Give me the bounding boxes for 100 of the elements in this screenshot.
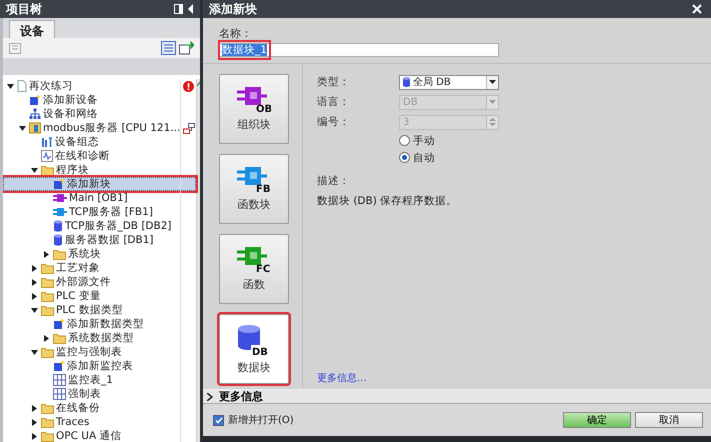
tree-item-label: 系统数据类型 [68, 331, 134, 345]
name-input-field[interactable]: 数据块_1 [219, 43, 499, 57]
add-icon [53, 178, 65, 190]
bars-icon [41, 136, 53, 148]
document-icon [17, 80, 27, 92]
field-label: 编号： [317, 115, 351, 129]
expand-arrow-icon[interactable] [44, 334, 48, 342]
folder-icon [41, 304, 54, 316]
tree-item-label: 在线和诊断 [55, 149, 110, 163]
tree-item[interactable]: PLC 数据类型 [3, 303, 196, 317]
radio-label: 手动 [413, 134, 435, 148]
more-info-link[interactable]: 更多信息... [317, 371, 367, 385]
folder-icon [41, 262, 54, 274]
chevron-right-icon[interactable] [207, 392, 213, 400]
collapse-arrow-icon[interactable] [30, 308, 38, 312]
tree-item-label: 监控与强制表 [56, 345, 122, 359]
dropdown-arrow-icon[interactable] [489, 80, 496, 84]
database-icon [53, 234, 63, 246]
field-label: 类型： [317, 75, 351, 89]
tree-item-label: Traces [56, 415, 90, 429]
tree-item[interactable]: 在线备份 [3, 401, 196, 415]
tree-item[interactable]: 再次练习 [3, 79, 196, 93]
connection-icon [182, 122, 195, 134]
radio-button[interactable] [399, 152, 410, 163]
tree-item-label: PLC 数据类型 [56, 303, 123, 317]
tree-item-label: modbus服务器 [CPU 121... [43, 121, 180, 135]
block-icon [53, 207, 67, 217]
collapse-arrow-icon[interactable] [30, 350, 38, 354]
checkbox-label: 新增并打开(O) [228, 414, 294, 427]
folder-icon [41, 402, 54, 414]
tree-item[interactable]: 系统块 [3, 247, 196, 261]
tree-item[interactable]: 外部源文件 [3, 275, 196, 289]
tree-item[interactable]: 在线和诊断 [3, 149, 196, 163]
block-type-button[interactable]: DB 数据块 [219, 314, 289, 384]
export-icon[interactable] [179, 41, 194, 55]
tree-item[interactable]: 工艺对象 [3, 261, 196, 275]
tree-item-label: TCP服务器_DB [DB2] [65, 219, 172, 233]
folder-icon [41, 290, 54, 302]
checkmark-icon [214, 416, 222, 424]
tree-item-label: 强制表 [68, 387, 101, 401]
tree-item[interactable]: 强制表 [3, 387, 196, 401]
tree-item-label: 外部源文件 [56, 275, 111, 289]
tree-item-label: 系统块 [68, 247, 101, 261]
ok-button[interactable]: 确定 [563, 412, 631, 428]
tree-item[interactable]: 添加新块 [3, 177, 196, 191]
block-type-button[interactable]: FB 函数块 [219, 154, 289, 224]
description-text: 数据块 (DB) 保存程序数据。 [317, 194, 458, 208]
add-icon [53, 360, 65, 372]
collapse-arrow-icon[interactable] [18, 126, 26, 130]
add-icon [29, 94, 41, 106]
database-icon [53, 220, 63, 232]
pulse-icon [41, 150, 53, 162]
tree-item-label: 设备和网络 [43, 107, 98, 121]
tree-item-label: 监控表_1 [68, 373, 113, 387]
folder-icon [41, 430, 54, 442]
error-icon [183, 80, 194, 92]
tree-item-label: 程序块 [56, 163, 89, 177]
tree-item-label: 添加新数据类型 [67, 317, 144, 331]
more-info-section[interactable]: 更多信息 [203, 389, 711, 404]
collapse-arrow-icon[interactable] [6, 84, 14, 88]
database-icon [403, 77, 410, 87]
tree-item[interactable]: modbus服务器 [CPU 121... [3, 121, 196, 135]
network-icon [29, 108, 41, 120]
tree-item-label: 添加新监控表 [67, 359, 133, 373]
tree-item-label: 在线备份 [56, 401, 100, 415]
radio-label: 自动 [413, 150, 435, 164]
tree-item[interactable]: OPC UA 通信 [3, 429, 196, 442]
close-icon[interactable] [692, 4, 702, 14]
tree-item-label: 工艺对象 [56, 261, 100, 275]
tree-item-label: 服务器数据 [DB1] [65, 233, 154, 247]
tree-item-label: Main [OB1] [69, 191, 128, 205]
tree-item-label: OPC UA 通信 [56, 429, 122, 442]
block-type-button[interactable]: FC 函数 [219, 234, 289, 304]
collapse-arrow-icon[interactable] [30, 168, 38, 172]
folder-icon [41, 416, 54, 428]
panel-controls-icon[interactable] [174, 4, 194, 14]
tree-item-label: TCP服务器 [FB1] [69, 205, 153, 219]
tree-item[interactable]: Traces [3, 415, 196, 429]
description-label: 描述： [317, 174, 351, 188]
table-icon [53, 374, 66, 386]
dialog-title: 添加新块 [209, 0, 257, 18]
tree-item[interactable]: 系统数据类型 [3, 331, 196, 345]
device-icon [29, 122, 41, 134]
tree-item-label: 再次练习 [29, 79, 73, 93]
panel-title: 项目树 [6, 0, 42, 18]
folder-icon [41, 276, 54, 288]
tab[interactable]: 设备 [9, 20, 55, 38]
add-icon [53, 318, 65, 330]
block-icon [53, 193, 67, 203]
radio-button[interactable] [399, 135, 410, 146]
dropdown-field[interactable]: 全局 DB [399, 74, 499, 90]
tree-item[interactable]: 监控与强制表 [3, 345, 196, 359]
tree-item-label: 添加新设备 [43, 93, 98, 107]
field-label: 语言： [317, 95, 351, 109]
checkbox[interactable] [213, 414, 224, 426]
tree-item[interactable]: 监控表_1 [3, 373, 196, 387]
tree-item-label: 添加新块 [67, 177, 111, 191]
list-view-icon[interactable] [161, 41, 176, 55]
tree-item[interactable]: PLC 变量 [3, 289, 196, 303]
cancel-button[interactable]: 取消 [635, 412, 703, 428]
